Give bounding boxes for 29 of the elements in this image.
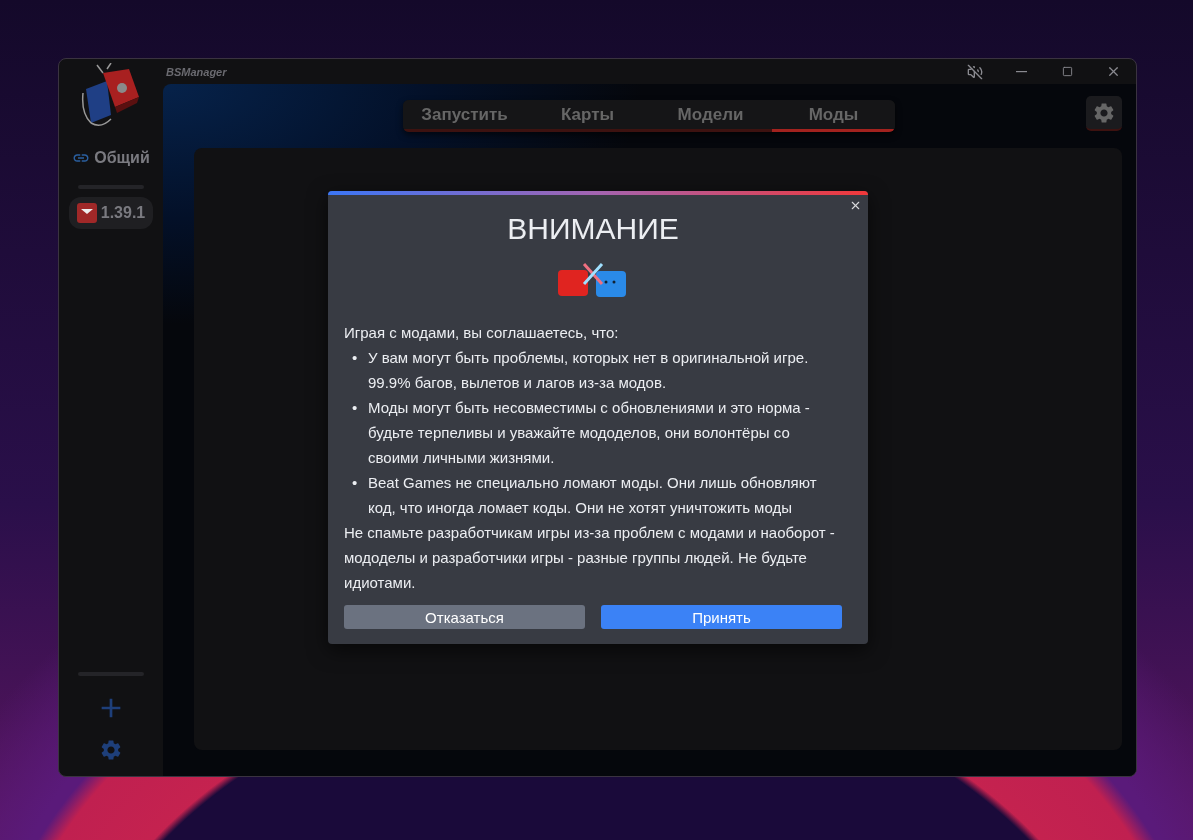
- close-icon: [849, 199, 862, 212]
- bullet-marker: •: [352, 398, 358, 418]
- accept-button[interactable]: Принять: [601, 605, 842, 629]
- settings-button[interactable]: [99, 738, 123, 762]
- bullet-marker: •: [352, 473, 358, 493]
- list-item: Моды могут быть несовместимы с обновлениями и это норма - будьте терпеливы и уважайте мододелов, они волонтёры со своими личными жизнями.: [368, 398, 811, 468]
- list-item: Beat Games не специально ломают моды. Они лишь обновляют код, что иногда ломает коды. Они не хотят уничтожить моды: [368, 473, 818, 518]
- bullet-marker: •: [352, 348, 358, 368]
- gear-icon: [99, 738, 123, 762]
- version-icon: [76, 203, 97, 223]
- close-button[interactable]: [849, 199, 862, 212]
- maximize-icon: [1061, 66, 1073, 77]
- settings-button[interactable]: [1086, 96, 1122, 131]
- closing-text: Не спамьте разработчикам игры из-за проблем с модами и наоборот - мододелы и разработчики игры - разные группы людей. Не будьте идиотами.: [344, 523, 836, 593]
- tab[interactable]: Карты: [526, 100, 649, 132]
- minimize-icon: [1015, 70, 1027, 73]
- sidebar-item[interactable]: 1.39.1: [68, 197, 154, 229]
- dialog-title: ВНИМАНИЕ: [506, 211, 680, 247]
- decline-button[interactable]: Отказаться: [344, 605, 585, 629]
- muted-speaker-icon: [967, 63, 983, 80]
- list-item: У вам могут быть проблемы, которых нет в оригинальной игре. 99.9% багов, вылетов и лагов из-за модов.: [368, 348, 810, 393]
- intro-text: Играя с модами, вы соглашаетесь, что:: [344, 323, 620, 343]
- logo-drawing: [81, 63, 141, 129]
- gear-icon: [1092, 100, 1116, 125]
- tab[interactable]: Запустить: [403, 100, 526, 132]
- tab[interactable]: Модели: [649, 100, 772, 132]
- tab[interactable]: Моды: [772, 100, 895, 132]
- app-title: BSManager: [166, 65, 228, 78]
- sidebar-item[interactable]: Общий: [64, 143, 158, 173]
